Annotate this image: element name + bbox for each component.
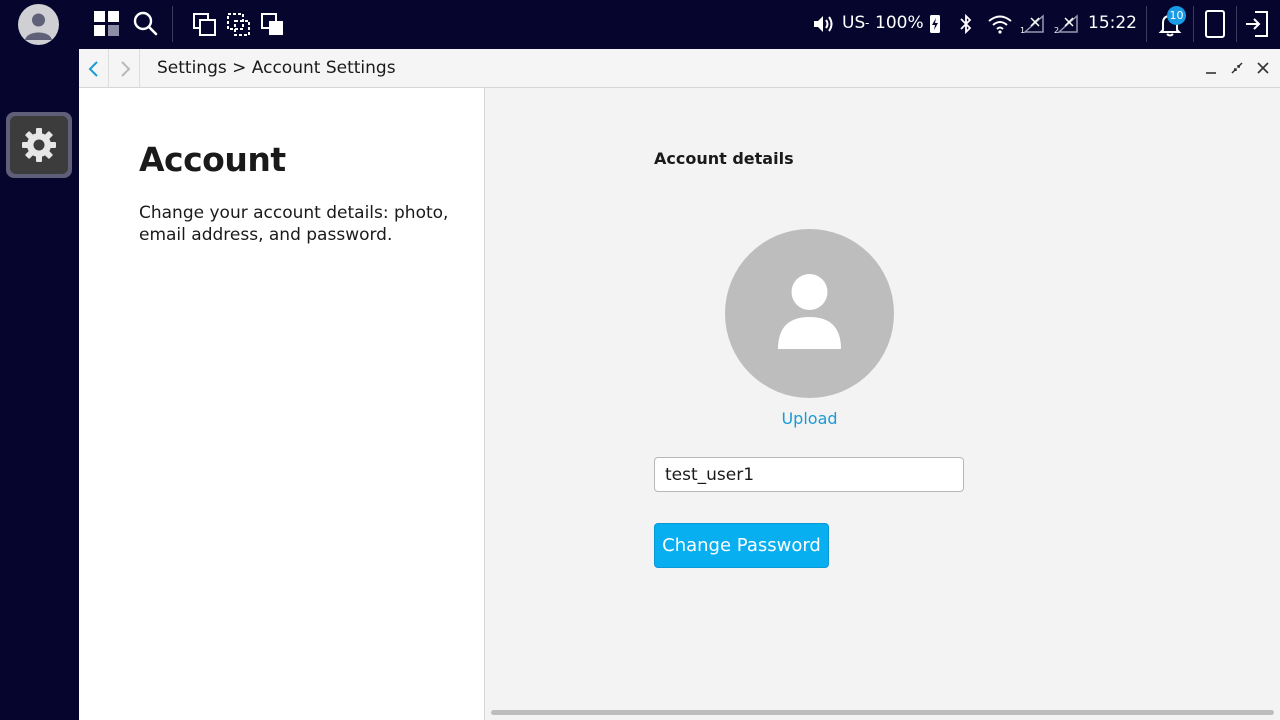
clock[interactable]: 15:22 xyxy=(1088,0,1137,46)
gear-icon xyxy=(22,128,56,162)
overview-icon[interactable] xyxy=(192,12,218,38)
window-titlebar: Settings > Account Settings xyxy=(79,49,1280,88)
settings-window: Settings > Account Settings Account Chan… xyxy=(79,49,1280,720)
user-avatar-icon[interactable] xyxy=(18,4,59,45)
restore-icon xyxy=(1231,62,1243,74)
bluetooth-icon[interactable] xyxy=(957,12,975,36)
volume-icon[interactable] xyxy=(811,12,835,36)
section-title: Account details xyxy=(654,149,794,168)
top-panel: US - 100% 1 2 15:22 10 xyxy=(0,0,1280,48)
panel-separator xyxy=(1146,6,1147,42)
battery-percentage: 100% xyxy=(875,13,924,33)
breadcrumb: Settings > Account Settings xyxy=(157,58,396,78)
signal-off-icon[interactable]: 1 xyxy=(1019,12,1045,36)
notification-count-badge: 10 xyxy=(1167,6,1186,25)
user-silhouette-icon xyxy=(778,274,841,349)
search-icon[interactable] xyxy=(132,10,158,36)
wifi-icon[interactable] xyxy=(987,12,1013,36)
launcher-grid-icon[interactable] xyxy=(93,10,121,38)
forward-button[interactable] xyxy=(110,49,140,88)
minimize-icon xyxy=(1206,72,1216,74)
chevron-right-icon xyxy=(120,60,130,77)
logout-icon[interactable] xyxy=(1243,9,1271,39)
back-button[interactable] xyxy=(79,49,109,88)
close-icon xyxy=(1257,62,1269,74)
dock-item-settings[interactable] xyxy=(6,112,72,178)
description-pane: Account Change your account details: pho… xyxy=(79,88,485,720)
panel-separator xyxy=(172,6,173,42)
page-description: Change your account details: photo, emai… xyxy=(139,203,449,245)
horizontal-scrollbar[interactable] xyxy=(491,710,1274,715)
username-field[interactable] xyxy=(654,457,964,492)
panel-separator xyxy=(1236,6,1237,42)
change-password-button[interactable]: Change Password xyxy=(654,523,829,568)
upload-photo-link[interactable]: Upload xyxy=(725,409,894,428)
dock-item-settings-tile xyxy=(10,116,68,174)
profile-photo[interactable] xyxy=(725,229,894,398)
page-title: Account xyxy=(139,140,286,179)
restore-button[interactable] xyxy=(1227,58,1247,78)
tablet-mode-icon[interactable] xyxy=(1203,9,1227,39)
minimize-button[interactable] xyxy=(1201,58,1221,78)
app-dock xyxy=(0,48,78,720)
screenshot-region-icon[interactable] xyxy=(226,12,252,38)
close-button[interactable] xyxy=(1253,58,1273,78)
keyboard-layout-indicator[interactable]: US xyxy=(842,0,865,46)
svg-text:1: 1 xyxy=(1020,26,1025,35)
battery-charging-icon[interactable] xyxy=(926,13,944,35)
account-details-pane: Account details Upload Change Password xyxy=(486,88,1280,720)
svg-text:2: 2 xyxy=(1054,26,1059,35)
window-stack-icon[interactable] xyxy=(260,12,286,38)
chevron-left-icon xyxy=(88,60,98,77)
panel-separator xyxy=(1193,6,1194,42)
signal-off-icon[interactable]: 2 xyxy=(1053,12,1079,36)
keyboard-layout-dropdown-icon[interactable]: - xyxy=(865,0,869,46)
